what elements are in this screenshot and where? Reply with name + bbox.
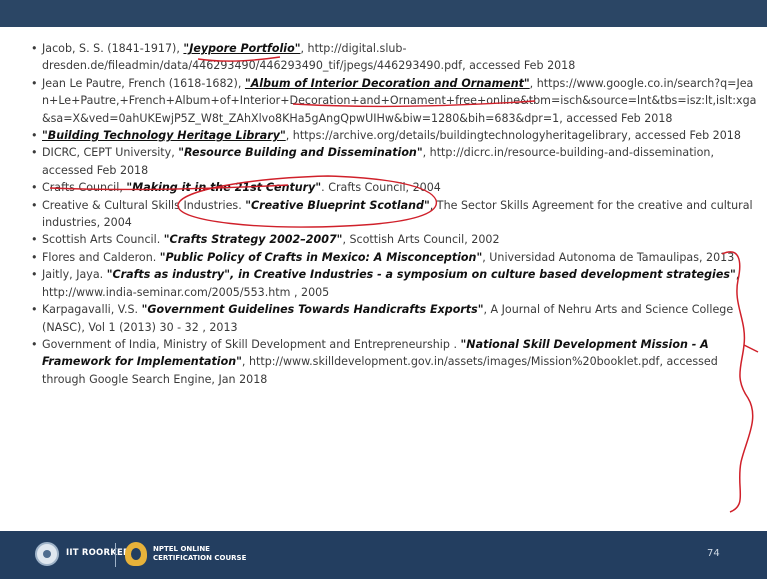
reference-text: , bbox=[529, 76, 537, 90]
reference-text: , https://archive.org/details/buildingte… bbox=[285, 129, 741, 143]
reference-text: . Crafts Council, 2004 bbox=[321, 181, 441, 195]
reference-text: Jacob, S. S. (1841-1917), bbox=[42, 42, 184, 55]
reference-title: "Making it in the 21st Century" bbox=[126, 181, 322, 195]
reference-text: Crafts Council, bbox=[42, 181, 127, 195]
references-list: Jacob, S. S. (1841-1917), "Jeypore Portf… bbox=[30, 40, 758, 388]
slide-header-bar bbox=[0, 0, 767, 27]
reference-text: Scottish Arts Council. bbox=[42, 233, 164, 247]
iit-roorkee-label: IIT ROORKEE bbox=[66, 548, 130, 558]
reference-text: , Scottish Arts Council, 2002 bbox=[342, 233, 500, 247]
reference-item: Karpagavalli, V.S. "Government Guideline… bbox=[30, 301, 758, 336]
reference-title: "Crafts Strategy 2002–2007" bbox=[163, 233, 343, 247]
reference-item: Jacob, S. S. (1841-1917), "Jeypore Portf… bbox=[30, 40, 758, 75]
nptel-logo bbox=[125, 542, 147, 566]
footer-bar: IIT ROORKEE NPTEL ONLINE CERTIFICATION C… bbox=[0, 531, 767, 579]
reference-text: , accessed Feb 2018 bbox=[559, 111, 673, 125]
slide-page-number: 74 bbox=[707, 548, 720, 559]
reference-text: Jean Le Pautre, French (1618-1682), bbox=[42, 76, 245, 90]
reference-title: "Government Guidelines Towards Handicraf… bbox=[141, 303, 484, 317]
iit-roorkee-logo bbox=[35, 542, 59, 566]
reference-item: Jaitly, Jaya. "Crafts as industry", in C… bbox=[30, 266, 758, 301]
nptel-label: NPTEL ONLINE CERTIFICATION COURSE bbox=[153, 545, 246, 563]
reference-text: Creative & Cultural Skills Industries. bbox=[42, 198, 246, 212]
footer-divider bbox=[115, 543, 116, 567]
reference-text: , Universidad Autonoma de Tamaulipas, 20… bbox=[482, 250, 735, 264]
reference-title: "Building Technology Heritage Library" bbox=[42, 129, 286, 143]
reference-text: Jaitly, Jaya. bbox=[42, 268, 107, 282]
reference-item: Flores and Calderon. "Public Policy of C… bbox=[30, 249, 758, 267]
nptel-label-line2: CERTIFICATION COURSE bbox=[153, 554, 247, 562]
reference-item: Creative & Cultural Skills Industries. "… bbox=[30, 197, 758, 232]
reference-item: Jean Le Pautre, French (1618-1682), "Alb… bbox=[30, 75, 758, 127]
reference-item: DICRC, CEPT University, "Resource Buildi… bbox=[30, 144, 758, 179]
reference-item: Government of India, Ministry of Skill D… bbox=[30, 336, 758, 388]
reference-item: "Building Technology Heritage Library", … bbox=[30, 127, 758, 145]
reference-item: Scottish Arts Council. "Crafts Strategy … bbox=[30, 231, 758, 249]
slide-content: Jacob, S. S. (1841-1917), "Jeypore Portf… bbox=[22, 27, 767, 524]
reference-title: "Resource Building and Dissemination" bbox=[178, 146, 423, 160]
reference-text: Karpagavalli, V.S. bbox=[42, 303, 142, 317]
reference-title: "Jeypore Portfolio" bbox=[183, 42, 301, 55]
reference-text: DICRC, CEPT University, bbox=[42, 146, 179, 160]
reference-text: Flores and Calderon. bbox=[42, 250, 160, 264]
reference-title: "Creative Blueprint Scotland" bbox=[245, 198, 430, 212]
reference-title: "Public Policy of Crafts in Mexico: A Mi… bbox=[159, 250, 483, 264]
nptel-label-line1: NPTEL ONLINE bbox=[153, 545, 210, 553]
reference-text: Government of India, Ministry of Skill D… bbox=[42, 337, 461, 351]
reference-title: "Crafts as industry", in Creative Indust… bbox=[106, 268, 736, 282]
reference-title: "Album of Interior Decoration and Orname… bbox=[244, 76, 530, 90]
reference-item: Crafts Council, "Making it in the 21st C… bbox=[30, 179, 758, 197]
